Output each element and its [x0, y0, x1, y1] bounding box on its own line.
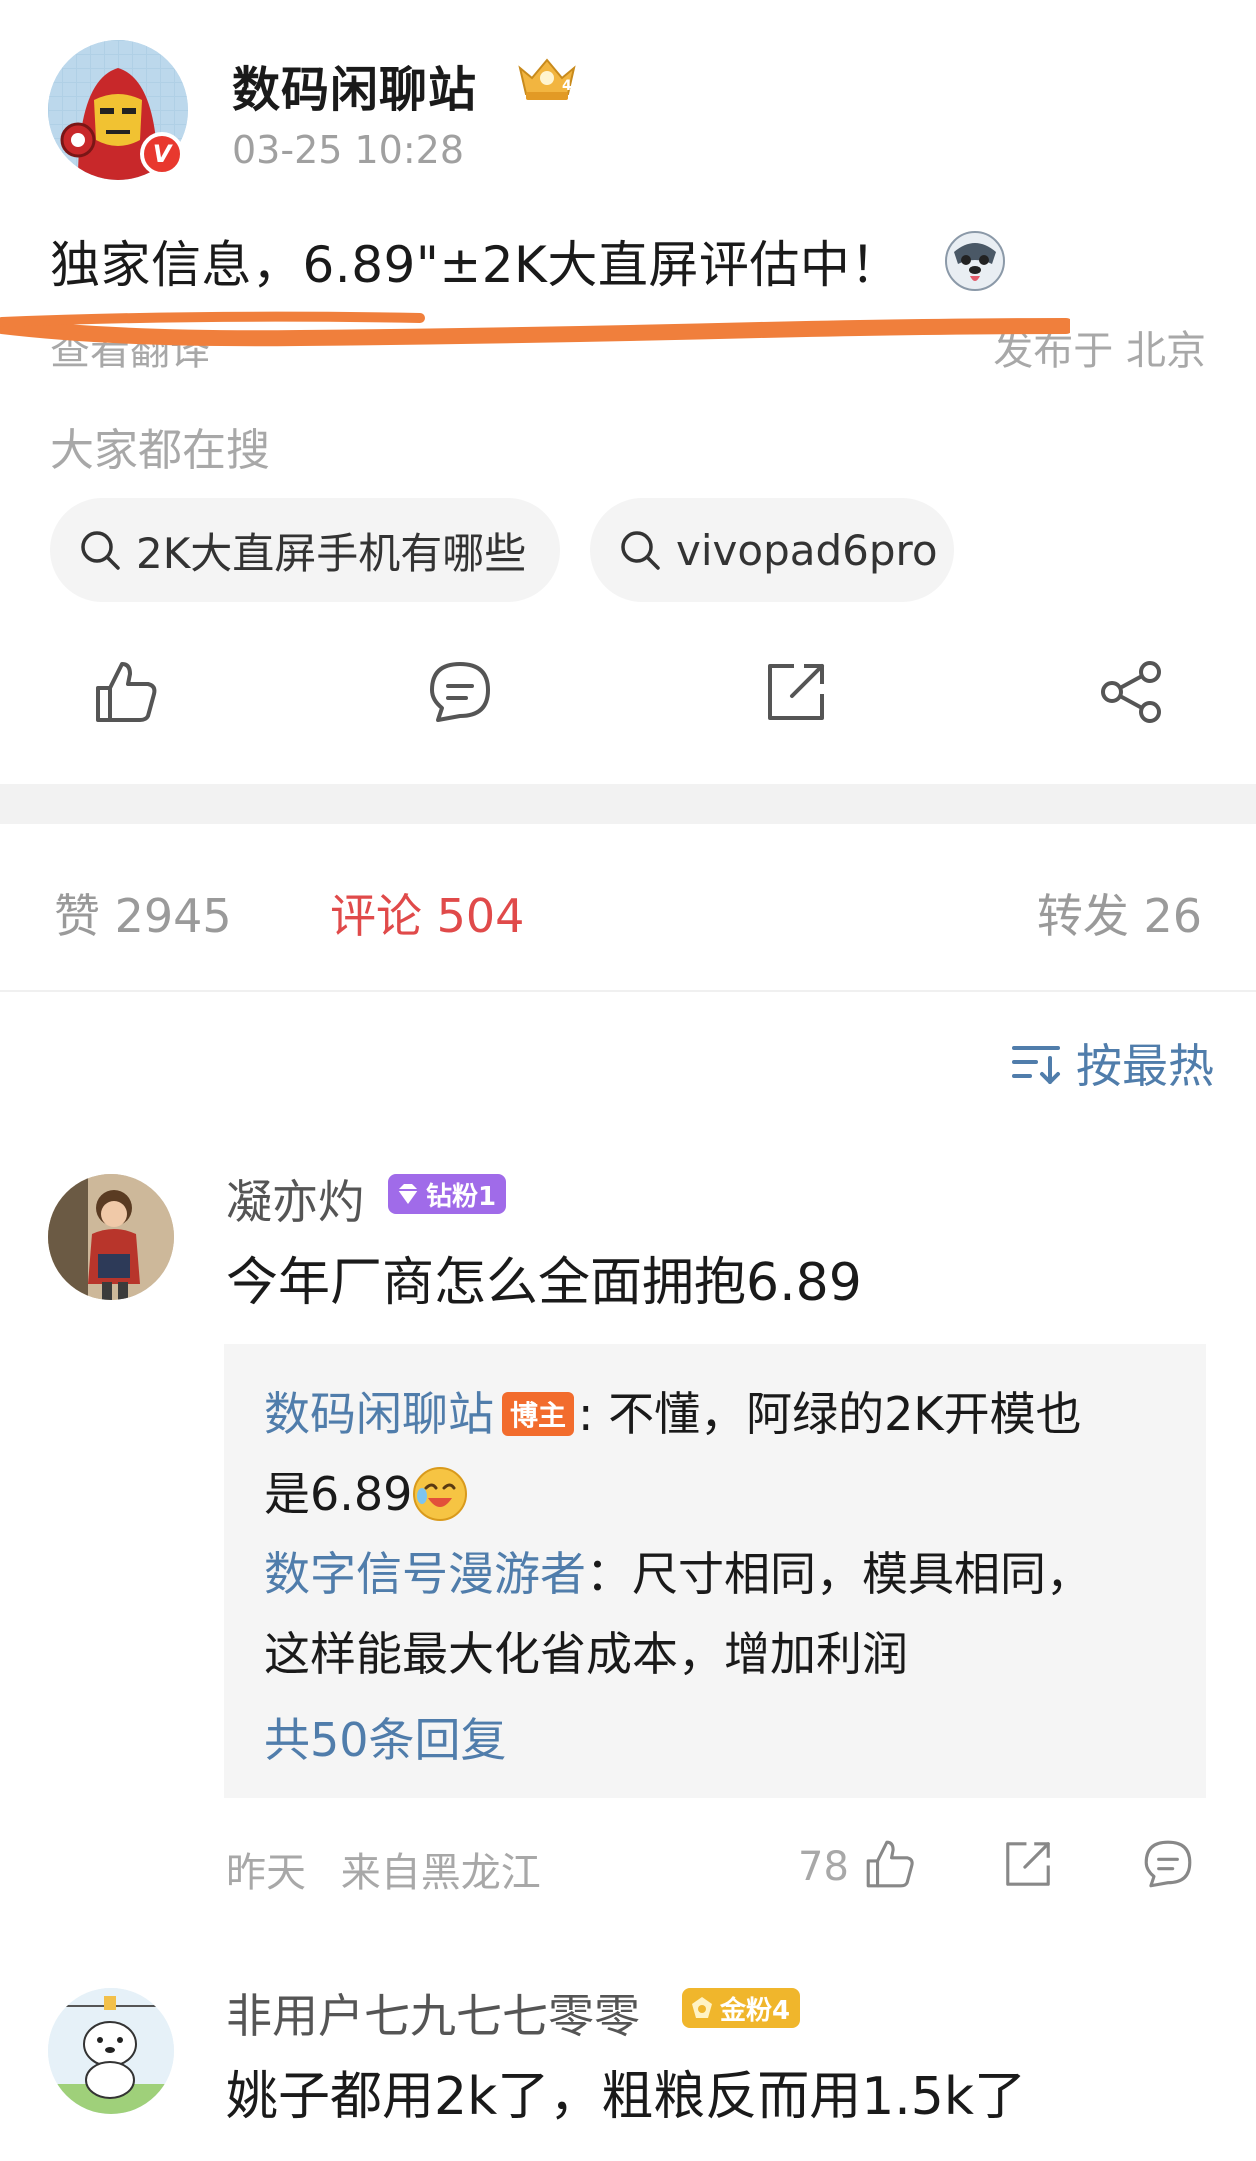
like-icon[interactable]	[90, 656, 162, 728]
tab-likes[interactable]: 赞 2945	[54, 880, 232, 946]
comment-icon[interactable]	[424, 656, 496, 728]
diamond-fan-badge: 钻粉1	[388, 1174, 507, 1214]
crown-level-text: 4	[562, 78, 572, 94]
orange-underline-annotation	[0, 311, 1070, 347]
search-chip[interactable]: vivopad6pro	[590, 498, 954, 602]
commenter-name[interactable]: 凝亦灼	[226, 1166, 364, 1232]
post-time: 03-25 10:28	[232, 128, 465, 172]
comment-time: 昨天	[226, 1850, 306, 1896]
laughing-emoji-icon	[413, 1466, 468, 1521]
sort-icon	[1012, 1046, 1060, 1084]
post-text: 独家信息，6.89"±2K大直屏评估中！	[50, 236, 901, 294]
search-icon	[621, 531, 660, 570]
comment-text: 今年厂商怎么全面拥抱6.89	[226, 1253, 862, 1313]
reply-text: 这样能最大化省成本，增加利润	[264, 1627, 908, 1681]
reply-text: ：尺寸相同，模具相同，	[586, 1547, 1092, 1601]
comment-like-count: 78	[798, 1844, 849, 1890]
reply-line: 这样能最大化省成本，增加利润	[264, 1618, 908, 1684]
commenter-name[interactable]: 非用户七九七七零零	[226, 1980, 640, 2046]
sort-button[interactable]: 按最热	[1010, 1030, 1214, 1096]
repost-icon[interactable]	[760, 656, 832, 728]
fan-badge-label: 金粉4	[720, 1995, 791, 2026]
comment-repost-icon[interactable]	[1000, 1836, 1056, 1892]
avatar[interactable]	[48, 1174, 174, 1300]
stats-divider	[0, 990, 1256, 992]
tab-comments[interactable]: 评论 504	[330, 880, 524, 946]
reply-line: 数字信号漫游者：尺寸相同，模具相同，	[264, 1538, 1092, 1604]
avatar[interactable]	[48, 1988, 174, 2114]
reply-line: 数码闲聊站 博主: 不懂，阿绿的2K开模也	[264, 1378, 1082, 1444]
gold-medal-icon	[692, 1997, 712, 2018]
share-icon[interactable]	[1096, 656, 1168, 728]
gold-fan-badge: 金粉4	[682, 1988, 801, 2028]
reply-text: : 不懂，阿绿的2K开模也	[578, 1387, 1082, 1441]
reply-user-name[interactable]: 数字信号漫游者	[264, 1547, 586, 1601]
comment-like-icon[interactable]	[862, 1836, 918, 1892]
more-replies-link[interactable]: 共50条回复	[264, 1704, 507, 1770]
reply-user-name[interactable]: 数码闲聊站	[264, 1387, 494, 1441]
section-divider	[0, 784, 1256, 824]
reply-line: 是6.89	[264, 1458, 468, 1526]
search-icon	[81, 531, 120, 570]
search-chip-label: vivopad6pro	[676, 525, 938, 575]
author-name[interactable]: 数码闲聊站	[232, 50, 477, 120]
comment-text: 姚子都用2k了，粗粮反而用1.5k了	[226, 2067, 1027, 2127]
search-chip[interactable]: 2K大直屏手机有哪些	[50, 498, 560, 602]
diamond-icon	[398, 1184, 418, 1204]
comment-reply-icon[interactable]	[1140, 1836, 1196, 1892]
crown-level-badge: 4	[514, 52, 580, 104]
search-chip-label: 2K大直屏手机有哪些	[136, 528, 527, 578]
reply-text: 是6.89	[264, 1467, 413, 1521]
host-tag: 博主	[502, 1391, 575, 1436]
husky-emoji-icon	[944, 230, 1006, 292]
trending-search-label: 大家都在搜	[50, 425, 270, 476]
verified-badge: V	[140, 132, 184, 176]
tab-reposts[interactable]: 转发 26	[1037, 880, 1202, 946]
comment-meta: 昨天 来自黑龙江	[226, 1840, 541, 1898]
comment-origin: 来自黑龙江	[340, 1850, 541, 1896]
fan-badge-label: 钻粉1	[426, 1181, 497, 1212]
sort-label: 按最热	[1076, 1039, 1214, 1093]
reply-preview-box[interactable]: 数码闲聊站 博主: 不懂，阿绿的2K开模也 是6.89 数字信号漫游者：尺寸相同，…	[224, 1344, 1206, 1798]
